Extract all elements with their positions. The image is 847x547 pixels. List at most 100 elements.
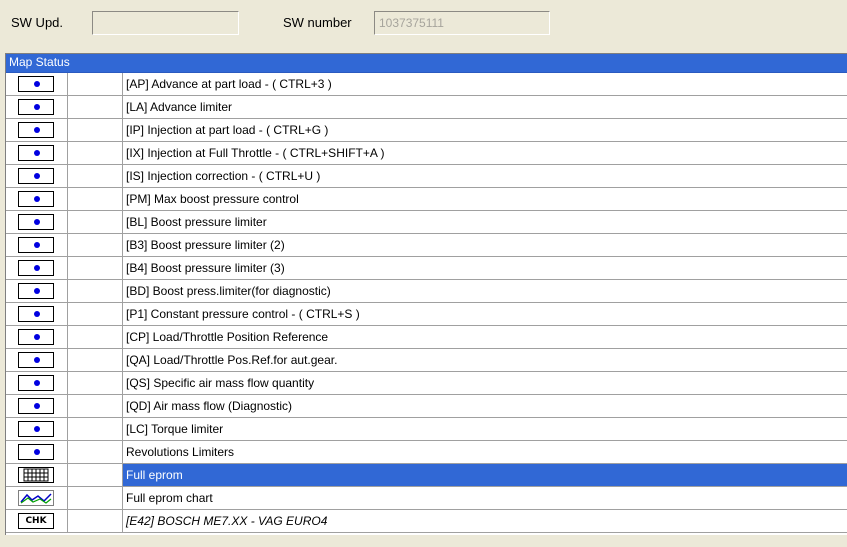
map-row[interactable]: CHK [E42] BOSCH ME7.XX - VAG EURO4 xyxy=(6,510,847,533)
status-dot-icon xyxy=(18,375,54,391)
map-blank-cell xyxy=(68,395,123,418)
map-name-cell[interactable]: [QS] Specific air mass flow quantity xyxy=(123,372,847,395)
status-dot-icon xyxy=(18,145,54,161)
map-blank-cell xyxy=(68,372,123,395)
toolbar: SW Upd. SW number 1037375111 xyxy=(0,0,847,46)
map-row[interactable]: [QA] Load/Throttle Pos.Ref.for aut.gear. xyxy=(6,349,847,372)
map-name-cell[interactable]: [E42] BOSCH ME7.XX - VAG EURO4 xyxy=(123,510,847,533)
map-blank-cell xyxy=(68,142,123,165)
status-dot-icon xyxy=(18,444,54,460)
map-blank-cell xyxy=(68,234,123,257)
table-grid-icon xyxy=(18,467,54,483)
map-name-cell[interactable]: [LA] Advance limiter xyxy=(123,96,847,119)
map-row[interactable]: [IS] Injection correction - ( CTRL+U ) xyxy=(6,165,847,188)
map-row[interactable]: Full eprom xyxy=(6,464,847,487)
map-row[interactable]: [QS] Specific air mass flow quantity xyxy=(6,372,847,395)
map-blank-cell xyxy=(68,73,123,96)
map-row[interactable]: [QD] Air mass flow (Diagnostic) xyxy=(6,395,847,418)
map-icon-cell[interactable] xyxy=(6,188,68,211)
map-icon-cell[interactable] xyxy=(6,280,68,303)
map-icon-cell[interactable] xyxy=(6,96,68,119)
map-row[interactable]: Revolutions Limiters xyxy=(6,441,847,464)
map-icon-cell[interactable] xyxy=(6,464,68,487)
blue-dot-icon xyxy=(34,380,40,386)
map-icon-cell[interactable] xyxy=(6,441,68,464)
map-name-cell[interactable]: [B3] Boost pressure limiter (2) xyxy=(123,234,847,257)
map-name-cell[interactable]: [AP] Advance at part load - ( CTRL+3 ) xyxy=(123,73,847,96)
map-name-cell[interactable]: [B4] Boost pressure limiter (3) xyxy=(123,257,847,280)
map-name-cell[interactable]: [BD] Boost press.limiter(for diagnostic) xyxy=(123,280,847,303)
map-name-cell[interactable]: Full eprom chart xyxy=(123,487,847,510)
map-icon-cell[interactable] xyxy=(6,418,68,441)
map-icon-cell[interactable] xyxy=(6,119,68,142)
map-row[interactable]: [LA] Advance limiter xyxy=(6,96,847,119)
blue-dot-icon xyxy=(34,242,40,248)
line-chart-icon xyxy=(18,490,54,506)
map-row[interactable]: [CP] Load/Throttle Position Reference xyxy=(6,326,847,349)
map-row[interactable]: [BL] Boost pressure limiter xyxy=(6,211,847,234)
map-blank-cell xyxy=(68,510,123,533)
map-row[interactable]: Full eprom chart xyxy=(6,487,847,510)
map-row[interactable]: [P1] Constant pressure control - ( CTRL+… xyxy=(6,303,847,326)
map-name-cell[interactable]: [QD] Air mass flow (Diagnostic) xyxy=(123,395,847,418)
map-name-cell[interactable]: [QA] Load/Throttle Pos.Ref.for aut.gear. xyxy=(123,349,847,372)
map-icon-cell[interactable] xyxy=(6,73,68,96)
blue-dot-icon xyxy=(34,288,40,294)
map-icon-cell[interactable]: CHK xyxy=(6,510,68,533)
map-name-cell[interactable]: [P1] Constant pressure control - ( CTRL+… xyxy=(123,303,847,326)
blue-dot-icon xyxy=(34,173,40,179)
blue-dot-icon xyxy=(34,104,40,110)
map-name-cell[interactable]: [LC] Torque limiter xyxy=(123,418,847,441)
map-name-cell[interactable]: [BL] Boost pressure limiter xyxy=(123,211,847,234)
sw-number-label: SW number xyxy=(283,15,352,30)
map-row[interactable]: [IX] Injection at Full Throttle - ( CTRL… xyxy=(6,142,847,165)
map-blank-cell xyxy=(68,418,123,441)
map-row[interactable]: [B4] Boost pressure limiter (3) xyxy=(6,257,847,280)
map-status-panel: Map Status [AP] Advance at part load - (… xyxy=(5,53,847,535)
status-dot-icon xyxy=(18,306,54,322)
map-row[interactable]: [LC] Torque limiter xyxy=(6,418,847,441)
map-icon-cell[interactable] xyxy=(6,326,68,349)
map-icon-cell[interactable] xyxy=(6,234,68,257)
status-dot-icon xyxy=(18,260,54,276)
map-status-header: Map Status xyxy=(6,54,847,73)
map-blank-cell xyxy=(68,280,123,303)
map-icon-cell[interactable] xyxy=(6,395,68,418)
map-name-cell[interactable]: [CP] Load/Throttle Position Reference xyxy=(123,326,847,349)
map-name-cell[interactable]: [PM] Max boost pressure control xyxy=(123,188,847,211)
blue-dot-icon xyxy=(34,426,40,432)
map-list: [AP] Advance at part load - ( CTRL+3 ) [L… xyxy=(6,73,847,533)
status-dot-icon xyxy=(18,421,54,437)
map-row[interactable]: [PM] Max boost pressure control xyxy=(6,188,847,211)
blue-dot-icon xyxy=(34,357,40,363)
map-name-cell[interactable]: [IS] Injection correction - ( CTRL+U ) xyxy=(123,165,847,188)
sw-number-field[interactable]: 1037375111 xyxy=(374,11,550,35)
map-icon-cell[interactable] xyxy=(6,257,68,280)
map-name-cell[interactable]: [IX] Injection at Full Throttle - ( CTRL… xyxy=(123,142,847,165)
map-icon-cell[interactable] xyxy=(6,142,68,165)
map-row[interactable]: [AP] Advance at part load - ( CTRL+3 ) xyxy=(6,73,847,96)
map-blank-cell xyxy=(68,119,123,142)
map-blank-cell xyxy=(68,211,123,234)
map-blank-cell xyxy=(68,303,123,326)
status-dot-icon xyxy=(18,352,54,368)
map-row[interactable]: [BD] Boost press.limiter(for diagnostic) xyxy=(6,280,847,303)
map-icon-cell[interactable] xyxy=(6,349,68,372)
status-dot-icon xyxy=(18,122,54,138)
map-blank-cell xyxy=(68,464,123,487)
sw-upd-field[interactable] xyxy=(92,11,239,35)
map-row[interactable]: [B3] Boost pressure limiter (2) xyxy=(6,234,847,257)
map-name-cell[interactable]: Revolutions Limiters xyxy=(123,441,847,464)
map-icon-cell[interactable] xyxy=(6,303,68,326)
map-icon-cell[interactable] xyxy=(6,165,68,188)
status-dot-icon xyxy=(18,237,54,253)
map-icon-cell[interactable] xyxy=(6,487,68,510)
map-icon-cell[interactable] xyxy=(6,372,68,395)
map-blank-cell xyxy=(68,326,123,349)
map-name-cell[interactable]: Full eprom xyxy=(123,464,847,487)
blue-dot-icon xyxy=(34,403,40,409)
map-name-cell[interactable]: [IP] Injection at part load - ( CTRL+G ) xyxy=(123,119,847,142)
blue-dot-icon xyxy=(34,219,40,225)
map-icon-cell[interactable] xyxy=(6,211,68,234)
map-row[interactable]: [IP] Injection at part load - ( CTRL+G ) xyxy=(6,119,847,142)
